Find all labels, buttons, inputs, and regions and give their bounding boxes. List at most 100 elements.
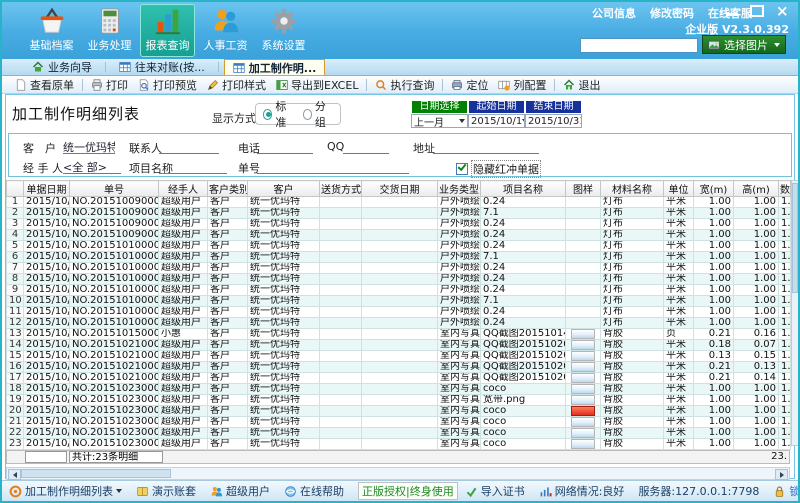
status-item-label: 在线帮助 <box>300 485 344 498</box>
filter-input-r2-2[interactable] <box>257 159 409 174</box>
select-image-button[interactable]: 选择图片 <box>702 35 786 54</box>
table-cell: 0.24 <box>480 284 566 296</box>
table-row[interactable]: 202015/10/23NO.201510230003超级用户客户统一优玛特 室内… <box>6 405 791 417</box>
select-image-label: 选择图片 <box>724 38 768 52</box>
vertical-scroll-thumb[interactable] <box>792 183 798 293</box>
table-row[interactable]: 192015/10/23NO.201510230003超级用户客户统一优玛特 室内… <box>6 394 791 406</box>
table-row[interactable]: 52015/10/10NO.201510100001超级用户客户统一优玛特 户外喷… <box>6 240 791 252</box>
table-row[interactable]: 82015/10/10NO.201510100001超级用户客户统一优玛特 户外喷… <box>6 273 791 285</box>
table-header-cell[interactable]: 单据日期 <box>23 180 70 197</box>
hide-red-checkbox[interactable]: 隐藏红冲单据 <box>456 160 541 178</box>
status-item-5[interactable]: 导入证书 <box>465 483 525 499</box>
table-row[interactable]: 142015/10/21NO.201510210001超级用户客户统一优玛特 室内… <box>6 339 791 351</box>
table-header-cell[interactable]: 客户 <box>247 180 320 197</box>
toolbar-btn-3[interactable]: 打印样式 <box>202 77 271 93</box>
thumbnail-image <box>571 329 595 339</box>
table-header-cell[interactable]: 单号 <box>69 180 159 197</box>
scroll-left-icon[interactable] <box>8 469 21 480</box>
toolbar-btn-2[interactable]: 打印预览 <box>133 77 202 93</box>
table-row[interactable]: 72015/10/10NO.201510100001超级用户客户统一优玛特 户外喷… <box>6 262 791 274</box>
table-row[interactable]: 152015/10/21NO.201510210001超级用户客户统一优玛特 室内… <box>6 350 791 362</box>
horizontal-scroll-thumb[interactable] <box>21 469 171 478</box>
table-row[interactable]: 122015/10/10NO.201510100002超级用户客户统一优玛特 户外… <box>6 317 791 329</box>
nav-item-4[interactable]: 系统设置 <box>256 4 311 57</box>
status-bar: 加工制作明细列表 演示账套 超级用户 在线帮助 正版授权|终身使用 导入证书 网络情况:良好… <box>2 480 798 501</box>
maximize-icon[interactable] <box>750 5 764 17</box>
filter-input-r2-0[interactable]: <全 部> <box>63 159 121 174</box>
tab-divider <box>105 62 106 72</box>
nav-item-2[interactable]: 报表查询 <box>140 4 195 57</box>
status-item-3[interactable]: 在线帮助 <box>284 483 344 499</box>
table-header-cell[interactable] <box>6 180 24 197</box>
table-row[interactable]: 162015/10/21NO.201510210001超级用户客户统一优玛特 室内… <box>6 361 791 373</box>
table-header-cell[interactable]: 交货日期 <box>361 180 438 197</box>
table-header-cell[interactable]: 项目名称 <box>480 180 566 197</box>
table-row[interactable]: 102015/10/10NO.201510100002超级用户客户统一优玛特 户外… <box>6 295 791 307</box>
nav-item-3[interactable]: 人事工资 <box>198 4 253 57</box>
date-filter-value-1[interactable]: 2015/10/1 <box>468 114 525 128</box>
display-mode-option-1[interactable]: 分组 <box>302 98 334 130</box>
toolbar-btn-8[interactable]: 退出 <box>558 77 605 93</box>
filter-input-r1-4[interactable] <box>433 139 539 154</box>
toolbar-btn-0[interactable]: 查看原单 <box>10 77 79 93</box>
toolbar-btn-6[interactable]: 定位 <box>446 77 493 93</box>
table-row[interactable]: 12015/10/9NO.201510090002超级用户客户统一优玛特 户外喷绘… <box>6 196 791 208</box>
table-header-cell[interactable]: 送货方式 <box>319 180 362 197</box>
filter-input-r1-3[interactable] <box>343 139 389 154</box>
table-header-cell[interactable]: 单位 <box>663 180 694 197</box>
image-path-input[interactable] <box>580 38 698 53</box>
table-header-cell[interactable]: 业务类型 <box>437 180 481 197</box>
table-header-cell[interactable]: 图样 <box>565 180 601 197</box>
table-row[interactable]: 172015/10/21NO.201510210001超级用户客户统一优玛特 室内… <box>6 372 791 384</box>
close-icon[interactable]: × <box>776 4 789 19</box>
toolbar-btn-label: 列配置 <box>513 79 547 92</box>
table-cell: NO.201510100002 <box>69 284 159 296</box>
table-row[interactable]: 62015/10/10NO.201510100001超级用户客户统一优玛特 户外喷… <box>6 251 791 263</box>
table-row[interactable]: 132015/10/15NO.201510150004小惠客户统一优玛特 室内写真… <box>6 328 791 340</box>
scroll-right-icon[interactable] <box>775 469 788 480</box>
toolbar-btn-7[interactable]: 列配置 <box>493 77 551 93</box>
tab-2[interactable]: 加工制作明... <box>223 59 326 75</box>
table-row[interactable]: 222015/10/23NO.201510230003超级用户客户统一优玛特 室内… <box>6 427 791 439</box>
table-row[interactable]: 42015/10/9NO.201510090002超级用户客户统一优玛特 户外喷绘… <box>6 229 791 241</box>
table-header-cell[interactable]: 宽(m) <box>693 180 734 197</box>
table-header-cell[interactable]: 材料名称 <box>600 180 664 197</box>
table-header-cell[interactable]: 客户类别 <box>207 180 248 197</box>
toolbar-btn-1[interactable]: 打印 <box>86 77 133 93</box>
table-row[interactable]: 212015/10/23NO.201510230003超级用户客户统一优玛特 室内… <box>6 416 791 428</box>
vertical-scrollbar[interactable] <box>791 180 798 446</box>
filter-input-r1-2[interactable] <box>257 139 313 154</box>
table-header-cell[interactable]: 高(m) <box>733 180 779 197</box>
table-row[interactable]: 182015/10/23NO.201510230003超级用户客户统一优玛特 室内… <box>6 383 791 395</box>
nav-item-1[interactable]: 业务处理 <box>82 4 137 57</box>
date-filter-value-0[interactable]: 上一月 <box>411 114 468 128</box>
toolbar-btn-5[interactable]: 执行查询 <box>370 77 439 93</box>
tab-1[interactable]: 往来对账(按... <box>111 59 213 75</box>
table-cell: 客户 <box>207 372 248 384</box>
filter-input-r1-1[interactable] <box>159 139 219 154</box>
filter-input-r2-1[interactable] <box>159 159 227 174</box>
chevron-down-icon[interactable] <box>774 42 780 47</box>
table-row[interactable]: 232015/10/23NO.201510230003超级用户客户统一优玛特 室内… <box>6 438 791 450</box>
date-filter-value-2[interactable]: 2015/10/31 <box>525 114 582 128</box>
display-mode-option-0[interactable]: 标准 <box>263 98 294 130</box>
filter-input-r1-0[interactable]: 统一优玛特 <box>63 139 115 154</box>
table-cell: 2015/10/10 <box>23 273 70 285</box>
status-item-4: 正版授权|终身使用 <box>358 482 458 500</box>
table-row[interactable]: 22015/10/9NO.201510090002超级用户客户统一优玛特 户外喷绘… <box>6 207 791 219</box>
toolbar-btn-4[interactable]: 导出到EXCEL <box>271 77 363 93</box>
titlebar-link-1[interactable]: 修改密码 <box>650 5 694 21</box>
minimize-icon[interactable] <box>726 13 738 16</box>
table-cell: NO.201510230003 <box>69 383 159 395</box>
table-header-cell[interactable]: 数 <box>778 180 791 197</box>
table-row[interactable]: 32015/10/9NO.201510090002超级用户客户统一优玛特 户外喷绘… <box>6 218 791 230</box>
status-item-0[interactable]: 加工制作明细列表 <box>9 483 122 499</box>
nav-item-0[interactable]: 基础档案 <box>24 4 79 57</box>
horizontal-scrollbar[interactable] <box>6 467 790 480</box>
tab-0[interactable]: 业务向导 <box>24 59 100 75</box>
status-item-8[interactable]: 锁屏 <box>773 483 798 499</box>
table-row[interactable]: 112015/10/10NO.201510100002超级用户客户统一优玛特 户外… <box>6 306 791 318</box>
table-row[interactable]: 92015/10/10NO.201510100002超级用户客户统一优玛特 户外喷… <box>6 284 791 296</box>
titlebar-link-0[interactable]: 公司信息 <box>592 5 636 21</box>
table-header-cell[interactable]: 经手人 <box>158 180 208 197</box>
